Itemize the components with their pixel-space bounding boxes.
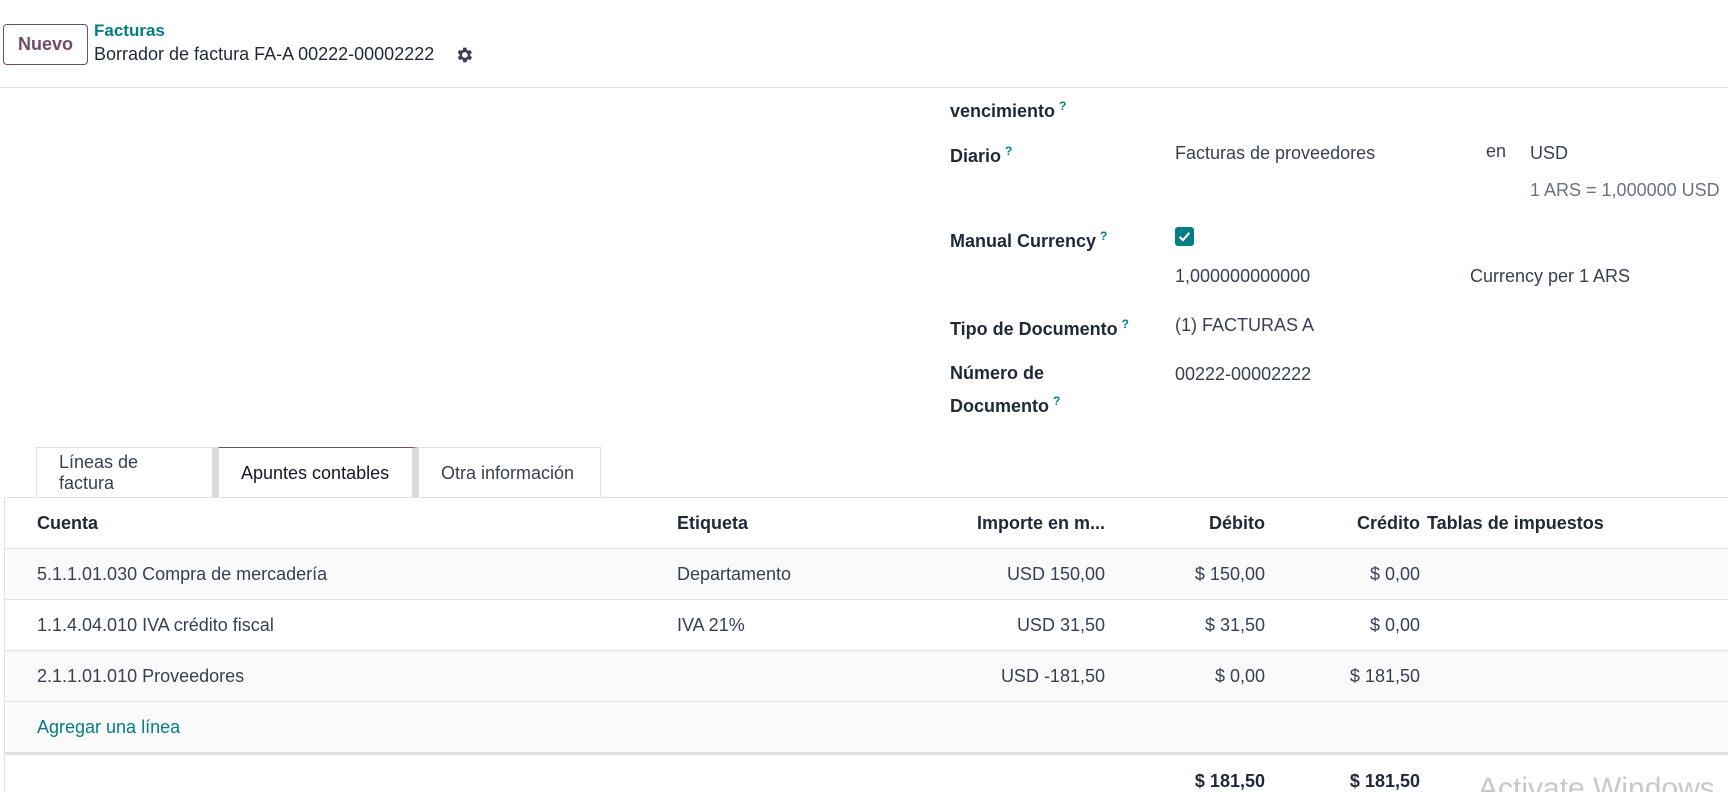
totals-row: $ 181,50 $ 181,50: [5, 753, 1728, 792]
tipo-documento-label: Tipo de Documento?: [950, 317, 1130, 339]
exchange-rate-text: 1 ARS = 1,000000 USD: [1530, 180, 1720, 200]
tab-otra-informacion[interactable]: Otra información: [418, 447, 601, 498]
vencimiento-label: vencimiento?: [950, 99, 1067, 121]
add-line-row: Agregar una línea: [5, 702, 1728, 753]
numero-documento-label: Número de Documento?: [950, 363, 1061, 416]
check-icon: [1178, 232, 1191, 242]
cell-cuenta: 1.1.4.04.010 IVA crédito fiscal: [37, 615, 274, 635]
cell-importe: USD 31,50: [1016, 615, 1105, 635]
notebook-tabs: Líneas de factura Apuntes contables Otra…: [36, 447, 601, 498]
header-tablas-impuestos[interactable]: Tablas de impuestos: [1427, 498, 1727, 549]
currency-value[interactable]: USD: [1530, 139, 1568, 167]
help-icon[interactable]: ?: [1053, 394, 1060, 408]
total-debito: $ 181,50: [1194, 770, 1265, 791]
cell-cuenta: 2.1.1.01.010 Proveedores: [37, 666, 245, 686]
manual-rate-value[interactable]: 1,000000000000: [1175, 262, 1310, 290]
cell-importe: USD 150,00: [1006, 564, 1105, 584]
numero-documento-value[interactable]: 00222-00002222: [1175, 360, 1311, 388]
cell-debito: $ 0,00: [1214, 666, 1265, 686]
table-header: Cuenta Etiqueta Importe en m... Débito C…: [5, 498, 1728, 549]
cell-credito: $ 0,00: [1369, 615, 1420, 635]
header-debito[interactable]: Débito: [1115, 498, 1265, 549]
new-button[interactable]: Nuevo: [3, 24, 88, 65]
help-icon[interactable]: ?: [1100, 229, 1107, 243]
manual-rate-unit: Currency per 1 ARS: [1470, 266, 1631, 286]
header-importe[interactable]: Importe en m...: [905, 498, 1105, 549]
cell-credito: $ 0,00: [1369, 564, 1420, 584]
diario-label: Diario?: [950, 144, 1013, 166]
header-cuenta[interactable]: Cuenta: [37, 498, 637, 549]
total-credito: $ 181,50: [1349, 770, 1420, 791]
diario-value[interactable]: Facturas de proveedores: [1175, 139, 1375, 167]
cell-importe: USD -181,50: [1000, 666, 1105, 686]
header-credito[interactable]: Crédito: [1270, 498, 1420, 549]
gear-icon[interactable]: [454, 45, 474, 65]
diario-in-label: en: [1486, 141, 1507, 161]
table-row[interactable]: 5.1.1.01.030 Compra de mercadería Depart…: [5, 549, 1728, 600]
control-panel: Nuevo Facturas Borrador de factura FA-A …: [0, 0, 1728, 88]
record-title: Borrador de factura FA-A 00222-00002222: [94, 44, 435, 64]
cell-etiqueta: Departamento: [677, 564, 792, 584]
cell-debito: $ 31,50: [1204, 615, 1265, 635]
cell-etiqueta: [677, 651, 937, 702]
help-icon[interactable]: ?: [1059, 99, 1066, 113]
cell-credito: $ 181,50: [1349, 666, 1420, 686]
cell-etiqueta: IVA 21%: [677, 615, 745, 635]
journal-items-table: Cuenta Etiqueta Importe en m... Débito C…: [4, 498, 1728, 792]
table-row[interactable]: 2.1.1.01.010 Proveedores USD -181,50 $ 0…: [5, 651, 1728, 702]
add-line-link[interactable]: Agregar una línea: [37, 702, 637, 753]
help-icon[interactable]: ?: [1122, 317, 1129, 331]
cell-cuenta: 5.1.1.01.030 Compra de mercadería: [37, 564, 328, 584]
help-icon[interactable]: ?: [1005, 144, 1012, 158]
table-row[interactable]: 1.1.4.04.010 IVA crédito fiscal IVA 21% …: [5, 600, 1728, 651]
cell-debito: $ 150,00: [1194, 564, 1265, 584]
header-etiqueta[interactable]: Etiqueta: [677, 498, 937, 549]
tipo-documento-value[interactable]: (1) FACTURAS A: [1175, 311, 1314, 339]
tab-lineas-factura[interactable]: Líneas de factura: [36, 447, 218, 498]
breadcrumb-facturas[interactable]: Facturas: [94, 21, 165, 41]
tab-apuntes-contables[interactable]: Apuntes contables: [218, 447, 418, 498]
manual-currency-checkbox[interactable]: [1175, 227, 1194, 246]
windows-activation-watermark: Activate Windows: [1478, 772, 1715, 792]
manual-currency-label: Manual Currency?: [950, 229, 1108, 251]
